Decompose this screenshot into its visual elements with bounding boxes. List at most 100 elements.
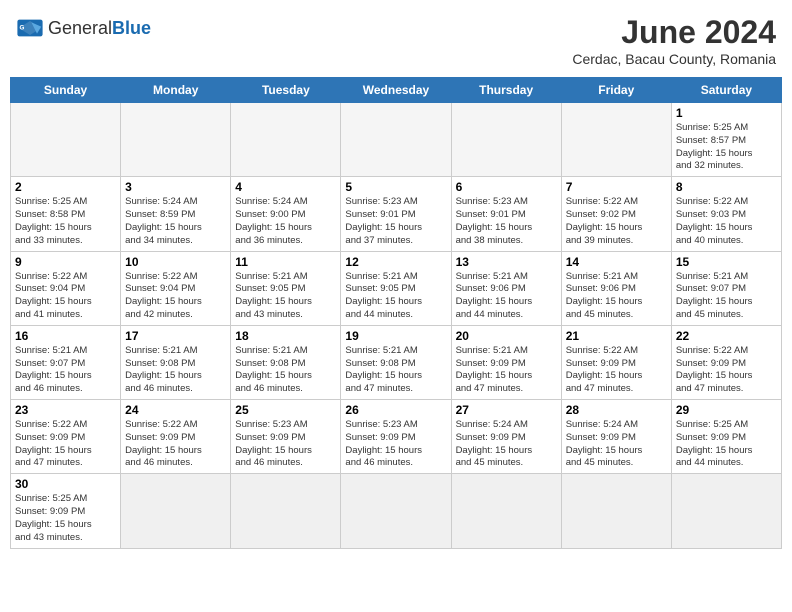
calendar-cell [341,103,451,177]
day-number: 26 [345,403,446,417]
weekday-header-wednesday: Wednesday [341,78,451,103]
calendar-cell: 28 Sunrise: 5:24 AMSunset: 9:09 PMDayligh… [561,400,671,474]
day-info: Sunrise: 5:22 AMSunset: 9:04 PMDaylight:… [15,271,116,322]
weekday-header-monday: Monday [121,78,231,103]
day-info: Sunrise: 5:23 AMSunset: 9:01 PMDaylight:… [345,196,446,247]
day-number: 28 [566,403,667,417]
day-number: 6 [456,180,557,194]
calendar-cell: 16 Sunrise: 5:21 AMSunset: 9:07 PMDayligh… [11,325,121,399]
calendar-cell: 26 Sunrise: 5:23 AMSunset: 9:09 PMDayligh… [341,400,451,474]
day-info: Sunrise: 5:24 AMSunset: 9:09 PMDaylight:… [456,419,557,470]
day-number: 17 [125,329,226,343]
day-info: Sunrise: 5:21 AMSunset: 9:07 PMDaylight:… [15,345,116,396]
day-info: Sunrise: 5:25 AMSunset: 9:09 PMDaylight:… [15,493,116,544]
calendar-cell: 7Sunrise: 5:22 AMSunset: 9:02 PMDaylight… [561,177,671,251]
day-number: 23 [15,403,116,417]
calendar-cell: 19 Sunrise: 5:21 AMSunset: 9:08 PMDayligh… [341,325,451,399]
day-number: 13 [456,255,557,269]
calendar-cell [451,103,561,177]
calendar-cell: 17 Sunrise: 5:21 AMSunset: 9:08 PMDayligh… [121,325,231,399]
day-number: 4 [235,180,336,194]
day-info: Sunrise: 5:21 AMSunset: 9:08 PMDaylight:… [125,345,226,396]
day-info: Sunrise: 5:21 AMSunset: 9:07 PMDaylight:… [676,271,777,322]
calendar-cell: 29 Sunrise: 5:25 AMSunset: 9:09 PMDayligh… [671,400,781,474]
calendar-week-4: 16 Sunrise: 5:21 AMSunset: 9:07 PMDayligh… [11,325,782,399]
calendar-cell: 2 Sunrise: 5:25 AMSunset: 8:58 PMDaylight… [11,177,121,251]
day-info: Sunrise: 5:23 AMSunset: 9:09 PMDaylight:… [235,419,336,470]
day-info: Sunrise: 5:22 AMSunset: 9:04 PMDaylight:… [125,271,226,322]
day-info: Sunrise: 5:25 AMSunset: 8:57 PMDaylight:… [676,122,777,173]
calendar-cell: 20Sunrise: 5:21 AMSunset: 9:09 PMDayligh… [451,325,561,399]
calendar-cell: 21Sunrise: 5:22 AMSunset: 9:09 PMDayligh… [561,325,671,399]
calendar-week-3: 9 Sunrise: 5:22 AMSunset: 9:04 PMDaylight… [11,251,782,325]
day-info: Sunrise: 5:21 AMSunset: 9:08 PMDaylight:… [345,345,446,396]
svg-text:G: G [20,24,25,31]
weekday-header-saturday: Saturday [671,78,781,103]
day-number: 27 [456,403,557,417]
weekday-header-friday: Friday [561,78,671,103]
day-number: 1 [676,106,777,120]
day-number: 7 [566,180,667,194]
calendar-cell: 24Sunrise: 5:22 AMSunset: 9:09 PMDayligh… [121,400,231,474]
day-number: 30 [15,477,116,491]
calendar-cell: 1 Sunrise: 5:25 AMSunset: 8:57 PMDaylight… [671,103,781,177]
page-header: G GeneralBlue June 2024 Cerdac, Bacau Co… [10,10,782,71]
day-number: 3 [125,180,226,194]
calendar-cell: 22Sunrise: 5:22 AMSunset: 9:09 PMDayligh… [671,325,781,399]
calendar-week-5: 23 Sunrise: 5:22 AMSunset: 9:09 PMDayligh… [11,400,782,474]
day-number: 5 [345,180,446,194]
day-number: 15 [676,255,777,269]
day-info: Sunrise: 5:23 AMSunset: 9:01 PMDaylight:… [456,196,557,247]
calendar-cell: 10 Sunrise: 5:22 AMSunset: 9:04 PMDayligh… [121,251,231,325]
calendar-title-block: June 2024 Cerdac, Bacau County, Romania [572,14,776,67]
calendar-cell [231,103,341,177]
weekday-header-row: SundayMondayTuesdayWednesdayThursdayFrid… [11,78,782,103]
day-number: 10 [125,255,226,269]
day-info: Sunrise: 5:21 AMSunset: 9:06 PMDaylight:… [566,271,667,322]
day-number: 29 [676,403,777,417]
day-number: 14 [566,255,667,269]
calendar-cell [341,474,451,548]
calendar-cell [121,103,231,177]
day-info: Sunrise: 5:21 AMSunset: 9:08 PMDaylight:… [235,345,336,396]
calendar-cell [561,103,671,177]
calendar-week-1: 1 Sunrise: 5:25 AMSunset: 8:57 PMDaylight… [11,103,782,177]
day-info: Sunrise: 5:24 AMSunset: 9:09 PMDaylight:… [566,419,667,470]
calendar-cell: 18 Sunrise: 5:21 AMSunset: 9:08 PMDayligh… [231,325,341,399]
day-info: Sunrise: 5:21 AMSunset: 9:06 PMDaylight:… [456,271,557,322]
calendar-cell: 9 Sunrise: 5:22 AMSunset: 9:04 PMDaylight… [11,251,121,325]
day-info: Sunrise: 5:21 AMSunset: 9:05 PMDaylight:… [235,271,336,322]
day-number: 2 [15,180,116,194]
day-info: Sunrise: 5:22 AMSunset: 9:09 PMDaylight:… [15,419,116,470]
day-info: Sunrise: 5:25 AMSunset: 9:09 PMDaylight:… [676,419,777,470]
day-number: 11 [235,255,336,269]
day-number: 9 [15,255,116,269]
calendar-cell: 25Sunrise: 5:23 AMSunset: 9:09 PMDayligh… [231,400,341,474]
calendar-cell [231,474,341,548]
calendar-cell [451,474,561,548]
day-info: Sunrise: 5:21 AMSunset: 9:09 PMDaylight:… [456,345,557,396]
logo-text: GeneralBlue [48,18,151,39]
day-number: 12 [345,255,446,269]
generalblue-logo-icon: G [16,14,44,42]
day-info: Sunrise: 5:24 AMSunset: 9:00 PMDaylight:… [235,196,336,247]
calendar-cell: 6 Sunrise: 5:23 AMSunset: 9:01 PMDaylight… [451,177,561,251]
day-number: 18 [235,329,336,343]
day-info: Sunrise: 5:23 AMSunset: 9:09 PMDaylight:… [345,419,446,470]
day-number: 8 [676,180,777,194]
day-info: Sunrise: 5:22 AMSunset: 9:09 PMDaylight:… [566,345,667,396]
day-number: 19 [345,329,446,343]
calendar-cell: 4 Sunrise: 5:24 AMSunset: 9:00 PMDaylight… [231,177,341,251]
day-info: Sunrise: 5:22 AMSunset: 9:09 PMDaylight:… [676,345,777,396]
calendar-cell: 3Sunrise: 5:24 AMSunset: 8:59 PMDaylight… [121,177,231,251]
logo: G GeneralBlue [16,14,151,42]
calendar-cell: 13 Sunrise: 5:21 AMSunset: 9:06 PMDayligh… [451,251,561,325]
calendar-cell [121,474,231,548]
day-number: 16 [15,329,116,343]
day-info: Sunrise: 5:25 AMSunset: 8:58 PMDaylight:… [15,196,116,247]
weekday-header-thursday: Thursday [451,78,561,103]
calendar-week-6: 30 Sunrise: 5:25 AMSunset: 9:09 PMDayligh… [11,474,782,548]
calendar-cell: 30 Sunrise: 5:25 AMSunset: 9:09 PMDayligh… [11,474,121,548]
calendar-cell: 11 Sunrise: 5:21 AMSunset: 9:05 PMDayligh… [231,251,341,325]
day-info: Sunrise: 5:21 AMSunset: 9:05 PMDaylight:… [345,271,446,322]
